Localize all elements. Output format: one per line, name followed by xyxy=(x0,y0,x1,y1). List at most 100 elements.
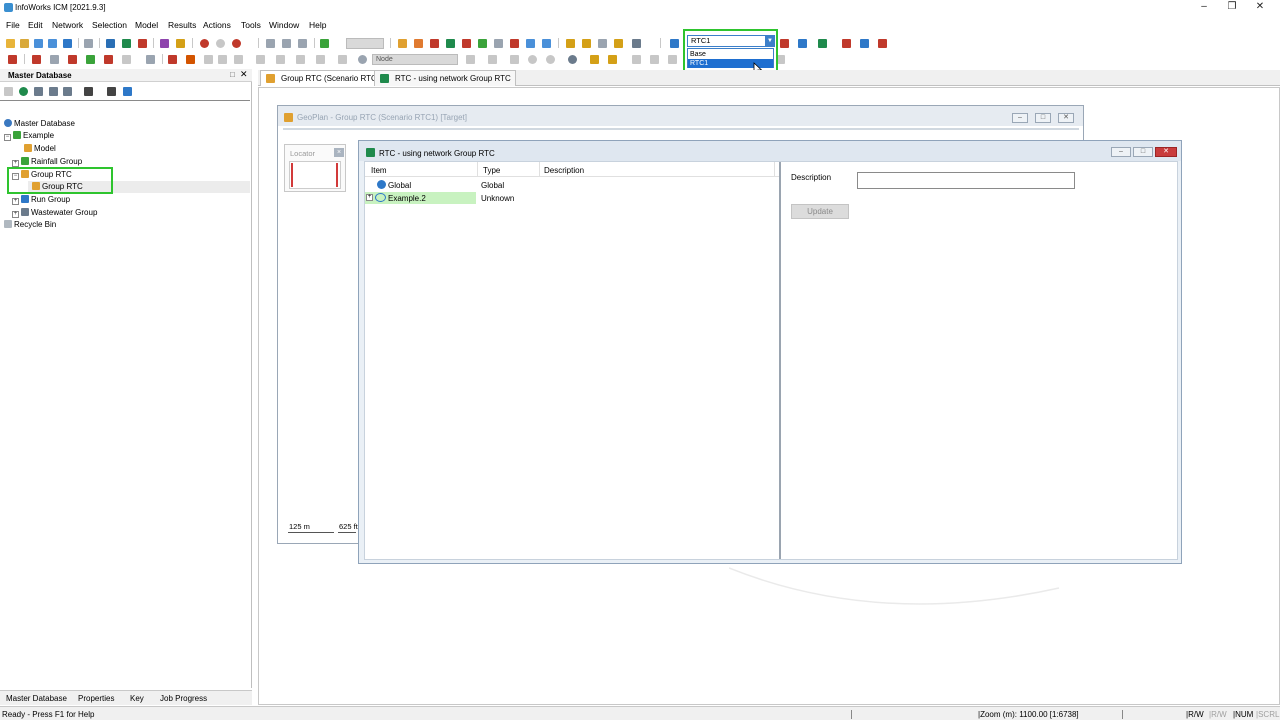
locator-map[interactable] xyxy=(289,161,341,189)
monitor-icon[interactable] xyxy=(107,87,116,96)
merge-icon[interactable] xyxy=(104,55,113,64)
save-icon[interactable] xyxy=(106,39,115,48)
tree-item-example[interactable]: − Example xyxy=(4,130,54,142)
edit-icon[interactable] xyxy=(488,55,497,64)
network-icon[interactable] xyxy=(68,55,77,64)
layers-icon[interactable] xyxy=(632,39,641,48)
menu-tools[interactable]: Tools xyxy=(241,20,261,30)
draw-icon[interactable] xyxy=(320,39,329,48)
minimize-icon[interactable]: – xyxy=(1191,0,1217,16)
stretch-icon[interactable] xyxy=(650,55,659,64)
zoom-out-icon[interactable] xyxy=(546,55,555,64)
copy-icon[interactable] xyxy=(282,39,291,48)
disabled-icon[interactable] xyxy=(122,55,131,64)
grid-icon[interactable] xyxy=(494,39,503,48)
sort-icon[interactable] xyxy=(63,87,72,96)
menu-network[interactable]: Network xyxy=(52,20,83,30)
cut-icon[interactable] xyxy=(266,39,275,48)
tab-job-progress[interactable]: Job Progress xyxy=(160,694,207,703)
link-tool-icon[interactable] xyxy=(430,39,439,48)
undo-icon[interactable] xyxy=(200,39,209,48)
snap-icon[interactable] xyxy=(234,55,243,64)
menu-model[interactable]: Model xyxy=(135,20,158,30)
help-pointer-icon[interactable] xyxy=(176,39,185,48)
tag-icon[interactable] xyxy=(186,55,195,64)
flag-icon[interactable] xyxy=(878,39,887,48)
find-icon[interactable] xyxy=(566,39,575,48)
polygon-icon[interactable] xyxy=(462,39,471,48)
menu-file[interactable]: File xyxy=(6,20,20,30)
menu-edit[interactable]: Edit xyxy=(28,20,43,30)
zoom-extent-icon[interactable] xyxy=(568,55,577,64)
delete-scenario-icon[interactable] xyxy=(780,39,789,48)
open-icon[interactable] xyxy=(20,39,29,48)
menu-window[interactable]: Window xyxy=(269,20,299,30)
details-icon[interactable] xyxy=(49,87,58,96)
sql-icon[interactable] xyxy=(582,39,591,48)
history-icon[interactable] xyxy=(232,39,241,48)
refresh-icon[interactable] xyxy=(122,39,131,48)
tab-key[interactable]: Key xyxy=(130,694,144,703)
description-field[interactable] xyxy=(857,172,1075,189)
stack-icon[interactable] xyxy=(598,39,607,48)
minimize-icon[interactable]: – xyxy=(1111,147,1131,157)
binoculars-icon[interactable] xyxy=(84,87,93,96)
tree-item-run-group[interactable]: + Run Group xyxy=(12,194,70,206)
tree-item-model[interactable]: Model xyxy=(24,143,56,155)
align-icon[interactable] xyxy=(668,55,677,64)
tree-view-icon[interactable] xyxy=(34,87,43,96)
new-icon[interactable] xyxy=(6,39,15,48)
menu-help[interactable]: Help xyxy=(309,20,326,30)
menu-actions[interactable]: Actions xyxy=(203,20,231,30)
import-icon[interactable] xyxy=(34,39,43,48)
remove-icon[interactable] xyxy=(168,55,177,64)
line-icon[interactable] xyxy=(338,55,347,64)
branch-icon[interactable] xyxy=(86,55,95,64)
lock-icon[interactable] xyxy=(146,55,155,64)
paste-icon[interactable] xyxy=(298,39,307,48)
section-icon[interactable] xyxy=(316,55,325,64)
expand-icon[interactable]: + xyxy=(12,211,19,218)
table-row[interactable]: Global Global xyxy=(365,179,779,191)
redo-icon[interactable] xyxy=(216,39,225,48)
table-icon[interactable] xyxy=(526,39,535,48)
dock-icon[interactable]: □ xyxy=(230,70,235,79)
trace-icon[interactable] xyxy=(478,39,487,48)
hand-icon[interactable] xyxy=(204,55,213,64)
tree-item-master-database[interactable]: Master Database xyxy=(4,118,75,130)
tab-properties[interactable]: Properties xyxy=(78,694,114,703)
grid2-icon[interactable] xyxy=(50,55,59,64)
chart-icon[interactable] xyxy=(510,39,519,48)
profile-icon[interactable] xyxy=(296,55,305,64)
node-tool-icon[interactable] xyxy=(414,39,423,48)
info-icon[interactable] xyxy=(608,55,617,64)
commit-icon[interactable] xyxy=(63,39,72,48)
maximize-icon[interactable]: □ xyxy=(1133,147,1153,157)
tree-item-wastewater-group[interactable]: + Wastewater Group xyxy=(12,207,97,219)
revert-icon[interactable] xyxy=(138,39,147,48)
scenario-icon[interactable] xyxy=(670,39,679,48)
validate-icon[interactable] xyxy=(160,39,169,48)
measure-icon[interactable] xyxy=(256,55,265,64)
expand-icon[interactable]: + xyxy=(366,194,373,201)
expand-icon[interactable]: + xyxy=(12,160,19,167)
validate-scenario-icon[interactable] xyxy=(818,39,827,48)
menu-results[interactable]: Results xyxy=(168,20,196,30)
zoom-in-icon[interactable] xyxy=(528,55,537,64)
area-icon[interactable] xyxy=(276,55,285,64)
rename-scenario-icon[interactable] xyxy=(798,39,807,48)
close-icon[interactable]: ✕ xyxy=(1058,113,1074,123)
close-icon[interactable]: ✕ xyxy=(1247,0,1273,16)
color-select[interactable] xyxy=(346,38,384,49)
collapse-icon[interactable]: − xyxy=(4,134,11,141)
panel-close-icon[interactable]: ✕ xyxy=(240,69,248,80)
option-base[interactable]: Base xyxy=(688,50,773,59)
up-icon[interactable] xyxy=(4,87,13,96)
properties-icon[interactable] xyxy=(542,39,551,48)
print-icon[interactable] xyxy=(84,39,93,48)
table-row[interactable]: + Example.2 Unknown xyxy=(365,192,779,204)
globe-icon[interactable] xyxy=(358,55,367,64)
expand-icon[interactable]: + xyxy=(12,198,19,205)
tab-geoplan[interactable]: Group RTC (Scenario RTC1) xyxy=(260,70,389,86)
lasso-icon[interactable] xyxy=(590,55,599,64)
